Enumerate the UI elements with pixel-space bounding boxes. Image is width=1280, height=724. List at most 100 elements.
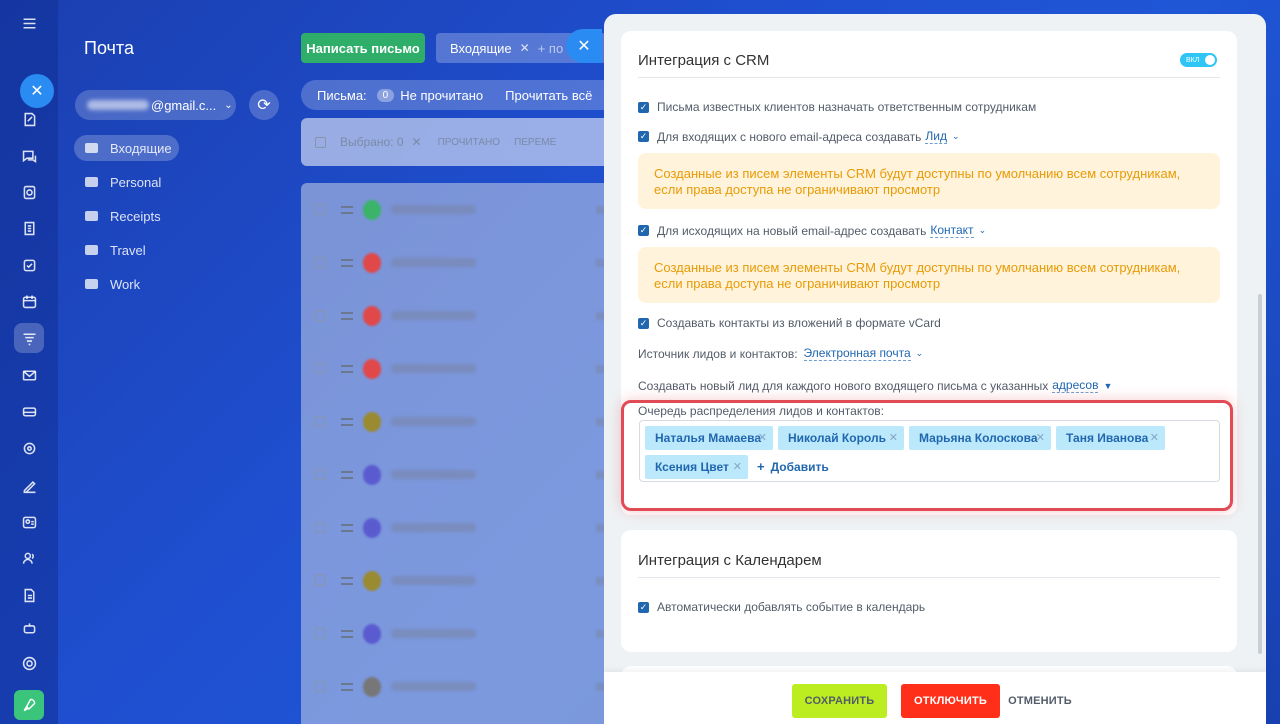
queue-user-tag[interactable]: Ксения Цвет ✕ bbox=[645, 455, 748, 479]
folder-receipts[interactable]: Receipts bbox=[74, 203, 274, 229]
option-auto-calendar[interactable]: ✓ Автоматически добавлять событие в кале… bbox=[638, 600, 925, 614]
sign-icon[interactable] bbox=[14, 470, 44, 500]
remove-tag-icon[interactable]: ✕ bbox=[733, 460, 742, 473]
menu-icon[interactable] bbox=[14, 8, 44, 38]
checkbox-checked-icon[interactable]: ✓ bbox=[638, 101, 649, 113]
mail-row[interactable] bbox=[301, 236, 605, 289]
mail-row[interactable] bbox=[301, 342, 605, 395]
close-icon[interactable]: ✕ bbox=[520, 41, 530, 55]
row-checkbox[interactable] bbox=[315, 363, 326, 374]
mail-row[interactable] bbox=[301, 660, 605, 713]
remove-tag-icon[interactable]: ✕ bbox=[1036, 431, 1045, 444]
addresses-link[interactable]: адресов bbox=[1052, 378, 1099, 393]
settings-gear-icon[interactable] bbox=[14, 648, 44, 678]
folder-personal[interactable]: Personal bbox=[74, 169, 274, 195]
slider-close-icon[interactable]: ✕ bbox=[566, 29, 602, 63]
mail-row[interactable] bbox=[301, 289, 605, 342]
lead-source-select[interactable]: Электронная почта bbox=[803, 346, 911, 361]
read-all-link[interactable]: Прочитать всё bbox=[505, 88, 592, 103]
save-button[interactable]: СОХРАНИТЬ bbox=[792, 684, 887, 718]
queue-user-tag[interactable]: Марьяна Колоскова ✕ bbox=[909, 426, 1051, 450]
tasks-icon[interactable] bbox=[14, 250, 44, 280]
checkbox-checked-icon[interactable]: ✓ bbox=[638, 131, 649, 142]
remove-tag-icon[interactable]: ✕ bbox=[889, 431, 898, 444]
edit-doc-icon[interactable] bbox=[14, 104, 44, 134]
document-icon[interactable] bbox=[14, 213, 44, 243]
row-checkbox[interactable] bbox=[315, 310, 326, 321]
mark-read-button[interactable]: ПРОЧИТАНО bbox=[438, 137, 501, 148]
option-vcard[interactable]: ✓ Создавать контакты из вложений в форма… bbox=[638, 316, 941, 330]
disable-button[interactable]: ОТКЛЮЧИТЬ bbox=[901, 684, 1000, 718]
folder-inbox[interactable]: Входящие bbox=[74, 135, 179, 161]
row-checkbox[interactable] bbox=[315, 204, 326, 215]
remove-tag-icon[interactable]: ✕ bbox=[1150, 431, 1159, 444]
row-checkbox[interactable] bbox=[315, 469, 326, 480]
mail-row[interactable] bbox=[301, 395, 605, 448]
chat-icon[interactable] bbox=[14, 141, 44, 171]
queue-user-tag[interactable]: Николай Король ✕ bbox=[778, 426, 904, 450]
row-checkbox[interactable] bbox=[315, 257, 326, 268]
rocket-icon[interactable] bbox=[14, 690, 44, 720]
queue-user-tag[interactable]: Таня Иванова ✕ bbox=[1056, 426, 1165, 450]
chevron-down-icon[interactable]: ⌄ bbox=[952, 131, 960, 142]
target-icon[interactable] bbox=[14, 433, 44, 463]
drag-handle-icon[interactable] bbox=[341, 576, 353, 585]
refresh-icon[interactable]: ⟳ bbox=[249, 90, 279, 120]
mail-icon[interactable] bbox=[14, 360, 44, 390]
crm-toggle[interactable]: ВКЛ bbox=[1180, 53, 1217, 67]
drag-handle-icon[interactable] bbox=[341, 470, 353, 479]
video-icon[interactable] bbox=[14, 177, 44, 207]
row-checkbox[interactable] bbox=[315, 522, 326, 533]
unread-filter[interactable]: Не прочитано bbox=[400, 88, 483, 103]
incoming-entity-select[interactable]: Лид bbox=[925, 129, 947, 144]
users-icon[interactable] bbox=[14, 543, 44, 573]
row-checkbox[interactable] bbox=[315, 416, 326, 427]
queue-selector[interactable]: Наталья Мамаева ✕ Николай Король ✕ Марья… bbox=[639, 420, 1220, 482]
account-selector[interactable]: @gmail.c... ⌄ bbox=[75, 90, 236, 120]
add-user-button[interactable]: + Добавить bbox=[757, 459, 829, 474]
mail-row[interactable] bbox=[301, 607, 605, 660]
drive-icon[interactable] bbox=[14, 396, 44, 426]
option-outgoing-create[interactable]: ✓ Для исходящих на новый email-адрес соз… bbox=[638, 223, 986, 238]
option-incoming-create[interactable]: ✓ Для входящих с нового email-адреса соз… bbox=[638, 129, 960, 144]
robot-icon[interactable] bbox=[14, 613, 44, 643]
mail-row[interactable] bbox=[301, 554, 605, 607]
outgoing-entity-select[interactable]: Контакт bbox=[930, 223, 974, 238]
drag-handle-icon[interactable] bbox=[341, 311, 353, 320]
drag-handle-icon[interactable] bbox=[341, 364, 353, 373]
checkbox-checked-icon[interactable]: ✓ bbox=[638, 225, 649, 236]
contact-card-icon[interactable] bbox=[14, 507, 44, 537]
slider-scrollbar[interactable] bbox=[1258, 294, 1262, 654]
mail-row[interactable] bbox=[301, 501, 605, 554]
drag-handle-icon[interactable] bbox=[341, 258, 353, 267]
crm-filter-icon[interactable] bbox=[14, 323, 44, 353]
drag-handle-icon[interactable] bbox=[341, 629, 353, 638]
option-assign-clients[interactable]: ✓ Письма известных клиентов назначать от… bbox=[638, 100, 1036, 114]
row-checkbox[interactable] bbox=[315, 575, 326, 586]
select-all-checkbox[interactable] bbox=[315, 136, 326, 148]
chevron-down-icon[interactable]: ⌄ bbox=[916, 348, 924, 359]
calendar-icon[interactable] bbox=[14, 286, 44, 316]
compose-button[interactable]: Написать письмо bbox=[301, 33, 425, 63]
drag-handle-icon[interactable] bbox=[341, 682, 353, 691]
row-checkbox[interactable] bbox=[315, 628, 326, 639]
mail-row[interactable] bbox=[301, 183, 605, 236]
drag-handle-icon[interactable] bbox=[341, 523, 353, 532]
checkbox-checked-icon[interactable]: ✓ bbox=[638, 317, 649, 329]
drag-handle-icon[interactable] bbox=[341, 205, 353, 214]
move-button[interactable]: ПЕРЕМЕ bbox=[514, 137, 556, 148]
file-icon[interactable] bbox=[14, 580, 44, 610]
mail-row[interactable] bbox=[301, 448, 605, 501]
checkbox-checked-icon[interactable]: ✓ bbox=[638, 601, 649, 613]
clear-selection-icon[interactable]: ✕ bbox=[412, 135, 422, 149]
cancel-button[interactable]: ОТМЕНИТЬ bbox=[1005, 684, 1075, 718]
rail-close-icon[interactable]: ✕ bbox=[20, 74, 54, 108]
chevron-down-icon[interactable]: ⌄ bbox=[979, 225, 987, 236]
caret-down-icon[interactable]: ▼ bbox=[1103, 381, 1112, 391]
remove-tag-icon[interactable]: ✕ bbox=[758, 431, 767, 444]
drag-handle-icon[interactable] bbox=[341, 417, 353, 426]
folder-travel[interactable]: Travel bbox=[74, 237, 274, 263]
queue-user-tag[interactable]: Наталья Мамаева ✕ bbox=[645, 426, 773, 450]
row-checkbox[interactable] bbox=[315, 681, 326, 692]
folder-work[interactable]: Work bbox=[74, 271, 274, 297]
